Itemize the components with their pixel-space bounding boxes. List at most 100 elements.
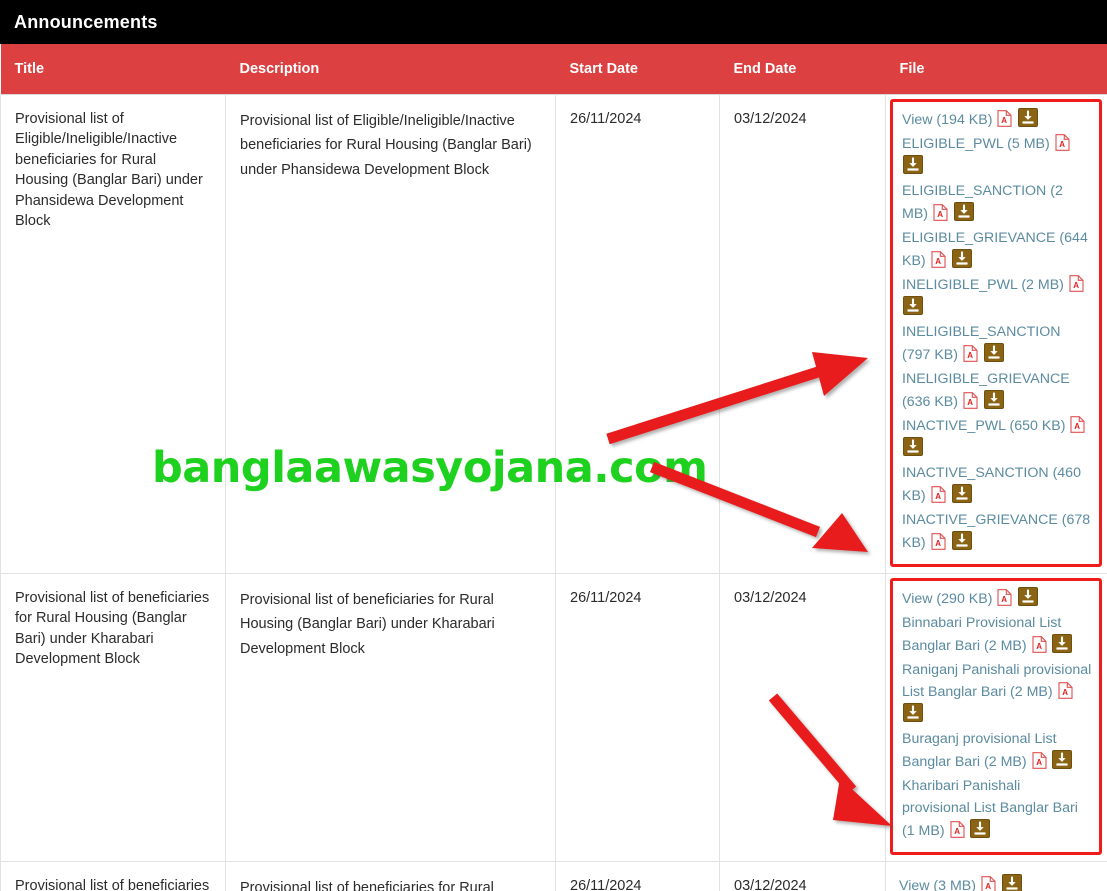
pdf-file-icon[interactable]: A (963, 391, 978, 409)
file-list: View (3 MB) A Provisionally Eligible lis… (886, 862, 1107, 891)
svg-text:A: A (935, 539, 941, 548)
file-entry: INACTIVE_GRIEVANCE (678 KB) A (902, 509, 1092, 554)
table-row: Provisional list of Eligible/Ineligible/… (0, 93, 1107, 574)
pdf-file-icon[interactable]: A (1031, 751, 1047, 769)
cell-end-date: 03/12/2024 (719, 572, 886, 862)
download-icon[interactable] (903, 436, 923, 456)
file-link[interactable]: INACTIVE_SANCTION (460 KB) (902, 465, 1081, 504)
pdf-file-icon[interactable]: A (933, 203, 948, 221)
svg-text:A: A (935, 492, 941, 501)
download-icon[interactable] (903, 702, 923, 722)
file-highlight-box: View (194 KB) A ELIGIBLE_PWL (5 MB) A EL… (890, 98, 1102, 567)
file-entry: ELIGIBLE_SANCTION (2 MB) A (902, 180, 1092, 225)
column-header-title[interactable]: Title (0, 44, 226, 94)
table-row: Provisional list of beneficiaries for Ru… (0, 860, 1107, 891)
cell-file: View (194 KB) A ELIGIBLE_PWL (5 MB) A EL… (885, 93, 1107, 574)
page-title: Announcements (14, 11, 158, 32)
pdf-file-icon[interactable]: A (997, 588, 1012, 606)
file-entry: INACTIVE_PWL (650 KB) A (902, 415, 1092, 460)
svg-text:A: A (937, 210, 943, 219)
file-entry: ELIGIBLE_GRIEVANCE (644 KB) A (902, 227, 1092, 272)
download-icon[interactable] (951, 248, 972, 268)
pdf-file-icon[interactable]: A (931, 250, 946, 268)
svg-text:A: A (985, 882, 991, 891)
download-icon[interactable] (951, 483, 972, 503)
svg-text:A: A (1073, 281, 1079, 290)
file-entry: View (290 KB) A (902, 586, 1092, 610)
file-link[interactable]: ELIGIBLE_PWL (5 MB) (902, 136, 1050, 152)
download-icon[interactable] (903, 295, 923, 315)
download-icon[interactable] (1052, 749, 1073, 769)
pdf-file-icon[interactable]: A (1070, 415, 1085, 433)
download-icon[interactable] (1052, 633, 1073, 653)
file-link[interactable]: View (194 KB) (902, 112, 992, 128)
cell-start-date: 26/11/2024 (555, 572, 720, 862)
download-icon[interactable] (983, 342, 1004, 362)
cell-title: Provisional list of Eligible/Ineligible/… (0, 93, 226, 574)
cell-file: View (290 KB) A Binnabari Provisional Li… (885, 572, 1107, 862)
file-link[interactable]: INACTIVE_PWL (650 KB) (902, 418, 1065, 434)
column-header-start-date[interactable]: Start Date (555, 44, 720, 94)
table-header: Title Description Start Date End Date Fi… (0, 44, 1107, 94)
file-entry: ELIGIBLE_PWL (5 MB) A (902, 133, 1092, 178)
column-header-end-date[interactable]: End Date (719, 44, 886, 94)
pdf-file-icon[interactable]: A (1069, 274, 1084, 292)
file-link[interactable]: View (3 MB) (899, 878, 976, 891)
download-icon[interactable] (970, 818, 991, 838)
download-icon[interactable] (1018, 107, 1039, 127)
column-header-description[interactable]: Description (225, 44, 556, 94)
cell-start-date: 26/11/2024 (555, 860, 720, 891)
svg-text:A: A (1002, 595, 1008, 604)
table-row: Provisional list of beneficiaries for Ru… (0, 572, 1107, 862)
svg-text:A: A (1062, 688, 1068, 697)
pdf-file-icon[interactable]: A (981, 875, 996, 891)
pdf-file-icon[interactable]: A (997, 109, 1012, 127)
download-icon[interactable] (903, 154, 923, 174)
cell-file: View (3 MB) A Provisionally Eligible lis… (885, 860, 1107, 891)
cell-end-date: 03/12/2024 (719, 93, 886, 574)
file-highlight-box: View (290 KB) A Binnabari Provisional Li… (890, 577, 1102, 855)
cell-description: Provisional list of Eligible/Ineligible/… (225, 93, 556, 574)
file-link[interactable]: ELIGIBLE_SANCTION (2 MB) (902, 183, 1063, 222)
pdf-file-icon[interactable]: A (1058, 681, 1073, 699)
cell-description: Provisional list of beneficiaries for Ru… (225, 572, 556, 862)
pdf-file-icon[interactable]: A (931, 485, 946, 503)
announcements-page: Announcements Title Description Start Da… (0, 0, 1107, 891)
pdf-file-icon[interactable]: A (1055, 133, 1070, 151)
pdf-file-icon[interactable]: A (963, 344, 978, 362)
svg-text:A: A (1036, 642, 1042, 651)
file-entry: View (3 MB) A (899, 873, 1100, 891)
file-entry: View (194 KB) A (902, 107, 1092, 131)
svg-text:A: A (967, 398, 973, 407)
cell-title: Provisional list of beneficiaries for Ru… (0, 860, 226, 891)
file-link[interactable]: INELIGIBLE_SANCTION (797 KB) (902, 324, 1060, 363)
file-entry: INACTIVE_SANCTION (460 KB) A (902, 462, 1092, 507)
svg-text:A: A (1036, 758, 1042, 767)
page-header-bar: Announcements (0, 0, 1107, 44)
file-entry: INELIGIBLE_SANCTION (797 KB) A (902, 321, 1092, 366)
download-icon[interactable] (951, 530, 972, 550)
pdf-file-icon[interactable]: A (949, 820, 965, 838)
cell-start-date: 26/11/2024 (555, 93, 720, 574)
file-link[interactable]: View (290 KB) (902, 591, 992, 607)
pdf-file-icon[interactable]: A (931, 532, 946, 550)
file-entry: Kharibari Panishali provisional List Ban… (902, 775, 1092, 842)
svg-text:A: A (1075, 422, 1081, 431)
pdf-file-icon[interactable]: A (1031, 635, 1047, 653)
download-icon[interactable] (983, 389, 1004, 409)
file-entry: Raniganj Panishali provisional List Bang… (902, 659, 1092, 726)
download-icon[interactable] (953, 201, 974, 221)
svg-text:A: A (954, 827, 960, 836)
cell-description: Provisional list of beneficiaries for Ru… (225, 860, 556, 891)
download-icon[interactable] (1001, 873, 1022, 891)
file-entry: Buraganj provisional List Banglar Bari (… (902, 728, 1092, 773)
download-icon[interactable] (1018, 586, 1039, 606)
cell-end-date: 03/12/2024 (719, 860, 886, 891)
svg-text:A: A (1059, 140, 1065, 149)
column-header-file[interactable]: File (885, 44, 1107, 94)
svg-text:A: A (1002, 116, 1008, 125)
table-body: Provisional list of Eligible/Ineligible/… (0, 93, 1107, 891)
table-header-row: Title Description Start Date End Date Fi… (0, 44, 1107, 94)
file-link[interactable]: INELIGIBLE_PWL (2 MB) (902, 277, 1064, 293)
cell-title: Provisional list of beneficiaries for Ru… (0, 572, 226, 862)
